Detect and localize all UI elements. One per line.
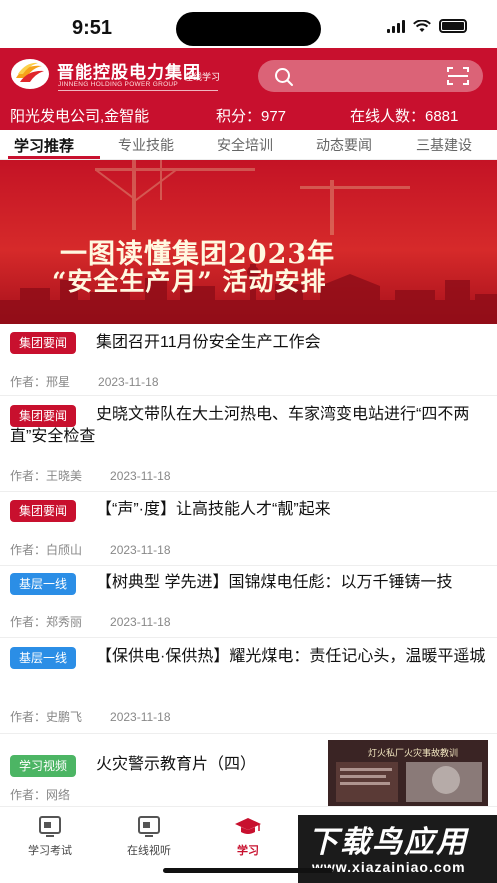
news-item[interactable]: 集团要闻 集团召开11月份安全生产工作会 作者：邢星 2023-11-18 [0,324,497,396]
news-title[interactable]: 【树典型 学先进】国锦煤电任彪：以万千锤铸一技 [10,572,487,594]
news-meta: 作者：王晓美 2023-11-18 [10,467,171,484]
nav-study-exam[interactable]: 学习考试 [10,815,90,858]
news-meta: 作者：史鹏飞 2023-11-18 [10,708,171,725]
news-author: 作者：王晓美 [10,469,83,483]
news-title[interactable]: 火灾警示教育片（四） [10,754,322,776]
online-count: 在线人数：6881 [350,108,459,125]
battery-icon [439,19,467,33]
status-time: 9:51 [72,17,113,39]
news-date: 2023-11-18 [110,710,171,724]
brand-subtitle: 在线学习 [184,72,221,82]
news-date: 2023-11-18 [110,543,171,557]
nav-study[interactable]: 学习 [208,815,288,858]
wifi-icon [413,19,431,32]
tab-three-basics[interactable]: 三基建设 [416,135,472,155]
home-indicator [163,868,333,873]
news-meta: 作者：郑秀丽 2023-11-18 [10,613,171,630]
video-icon [138,816,160,837]
tab-learning-recommend[interactable]: 学习推荐 [14,135,74,156]
graduation-cap-icon [235,818,261,834]
news-author: 作者：郑秀丽 [10,615,83,629]
news-date: 2023-11-18 [110,615,171,629]
user-points: 积分：977 [216,108,287,125]
news-author: 作者：史鹏飞 [10,710,83,724]
divider [58,90,218,91]
news-title[interactable]: 【保供电·保供热】耀光煤电：责任记心头，温暖平遥城 [10,646,487,668]
banner[interactable]: 一图读懂集团2023年 “安全生产月” 活动安排 [0,160,497,324]
user-company: 阳光发电公司,金智能 [10,108,150,125]
news-date: 2023-11-18 [98,375,159,389]
nav-label: 学习考试 [28,845,72,857]
video-thumbnail[interactable]: 灯火私厂火灾事故教训 [328,740,488,806]
news-author: 作者：网络 [10,788,71,802]
banner-subtitle: “安全生产月” 活动安排 [52,267,327,296]
user-info-bar: 阳光发电公司,金智能 积分：977 在线人数：6881 [0,102,497,128]
nav-label: 在线视听 [127,845,171,857]
scan-icon[interactable] [447,66,469,86]
news-author: 作者：白颀山 [10,543,83,557]
news-item[interactable]: 基层一线 【保供电·保供热】耀光煤电：责任记心头，温暖平遥城 作者：史鹏飞 202… [0,638,497,734]
dynamic-island [176,12,321,46]
brand-logo [11,59,49,89]
nav-online-video[interactable]: 在线视听 [109,815,189,858]
tab-safety-training[interactable]: 安全培训 [217,135,273,155]
status-icons [387,19,467,33]
news-title[interactable]: 集团召开11月份安全生产工作会 [10,332,487,354]
news-item[interactable]: 基层一线 【树典型 学先进】国锦煤电任彪：以万千锤铸一技 作者：郑秀丽 2023-… [0,566,497,638]
news-date: 2023-11-18 [110,469,171,483]
signal-icon [387,19,405,33]
active-tab-indicator [8,156,100,159]
watermark-url: www.xiazainiao.com [312,859,466,875]
tab-professional-skills[interactable]: 专业技能 [118,135,174,155]
brand-name: 晋能控股电力集团 [57,63,201,82]
brand-english-name: JINNENG HOLDING POWER GROUP [58,81,179,88]
search-icon[interactable] [274,67,294,87]
nav-label: 学习 [237,845,259,857]
news-item[interactable]: 集团要闻 史晓文带队在大土河热电、车家湾变电站进行“四不两直”安全检查 作者：王… [0,396,497,492]
news-title[interactable]: 【“声”·度】让高技能人才“靓”起来 [10,499,487,521]
news-author: 作者：邢星 [10,375,71,389]
search-bar[interactable] [258,60,483,92]
news-title[interactable]: 史晓文带队在大土河热电、车家湾变电站进行“四不两直”安全检查 [10,404,487,448]
news-item[interactable]: 集团要闻 【“声”·度】让高技能人才“靓”起来 作者：白颀山 2023-11-18 [0,492,497,566]
news-meta: 作者：白颀山 2023-11-18 [10,541,171,558]
video-thumbnail-caption: 灯火私厂火灾事故教训 [368,748,459,758]
news-meta: 作者：网络 [10,786,70,803]
category-tabs: 学习推荐 专业技能 安全培训 动态要闻 三基建设 [0,130,497,160]
tab-news[interactable]: 动态要闻 [316,135,372,155]
watermark-title: 下载鸟应用 [308,826,468,859]
news-meta: 作者：邢星 2023-11-18 [10,373,159,390]
exam-icon [39,816,61,837]
